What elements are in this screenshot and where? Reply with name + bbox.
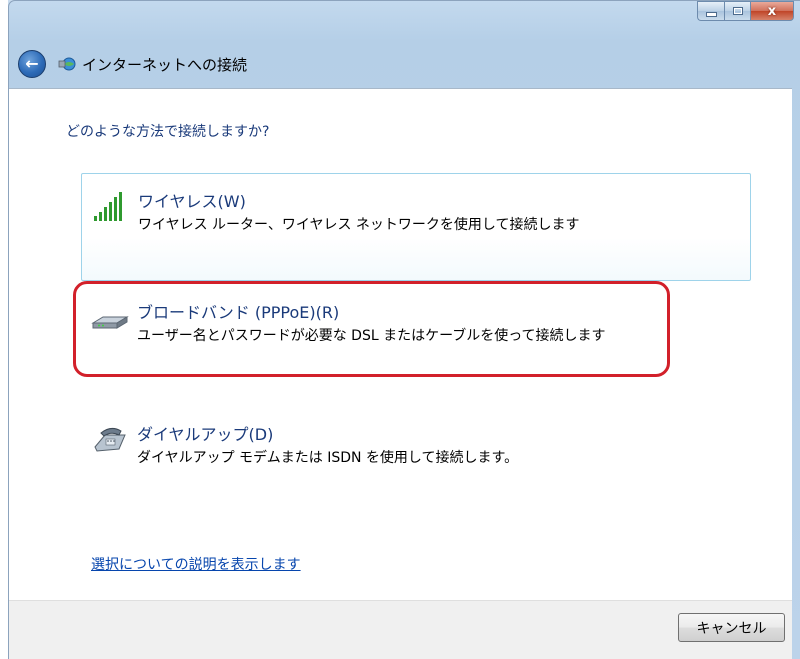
minimize-icon bbox=[705, 11, 717, 17]
maximize-button[interactable] bbox=[724, 1, 750, 21]
content-panel: どのような方法で接続しますか? ワイヤレス(W) ワイヤレス ルーター、ワイヤレ… bbox=[9, 88, 792, 600]
cancel-button[interactable]: キャンセル bbox=[678, 613, 785, 642]
back-arrow-icon: ← bbox=[25, 54, 39, 73]
background-strip bbox=[0, 0, 8, 659]
option-title: ワイヤレス(W) bbox=[138, 192, 246, 211]
maximize-icon bbox=[732, 7, 743, 15]
close-button[interactable]: x bbox=[750, 1, 794, 21]
wizard-header: ← インターネットへの接続 bbox=[18, 44, 247, 84]
option-wireless[interactable]: ワイヤレス(W) ワイヤレス ルーター、ワイヤレス ネットワークを使用して接続し… bbox=[81, 173, 751, 281]
signal-bars-icon bbox=[92, 190, 130, 224]
help-link[interactable]: 選択についての説明を表示します bbox=[91, 554, 301, 574]
window-title: インターネットへの接続 bbox=[82, 55, 248, 74]
option-dialup[interactable]: ダイヤルアップ(D) ダイヤルアップ モデムまたは ISDN を使用して接続しま… bbox=[81, 407, 751, 479]
option-broadband[interactable]: ブロードバンド (PPPoE)(R) ユーザー名とパスワードが必要な DSL ま… bbox=[81, 285, 751, 377]
phone-icon bbox=[91, 423, 129, 457]
footer-bar: キャンセル bbox=[9, 600, 792, 659]
option-title: ダイヤルアップ(D) bbox=[137, 425, 274, 444]
caption-buttons: x bbox=[697, 1, 794, 21]
close-icon: x bbox=[767, 3, 777, 19]
back-button[interactable]: ← bbox=[18, 50, 46, 78]
option-description: ユーザー名とパスワードが必要な DSL またはケーブルを使って接続します bbox=[137, 328, 606, 344]
option-description: ワイヤレス ルーター、ワイヤレス ネットワークを使用して接続します bbox=[138, 217, 580, 233]
question-heading: どのような方法で接続しますか? bbox=[66, 124, 270, 140]
network-globe-icon bbox=[58, 55, 76, 73]
option-title: ブロードバンド (PPPoE)(R) bbox=[137, 303, 340, 322]
dialog-window: x ← インターネットへの接続 どのような方法で接続しますか? ワイヤレス(W)… bbox=[0, 0, 800, 659]
option-description: ダイヤルアップ モデムまたは ISDN を使用して接続します。 bbox=[137, 450, 519, 466]
minimize-button[interactable] bbox=[697, 1, 724, 21]
modem-icon bbox=[91, 301, 129, 335]
